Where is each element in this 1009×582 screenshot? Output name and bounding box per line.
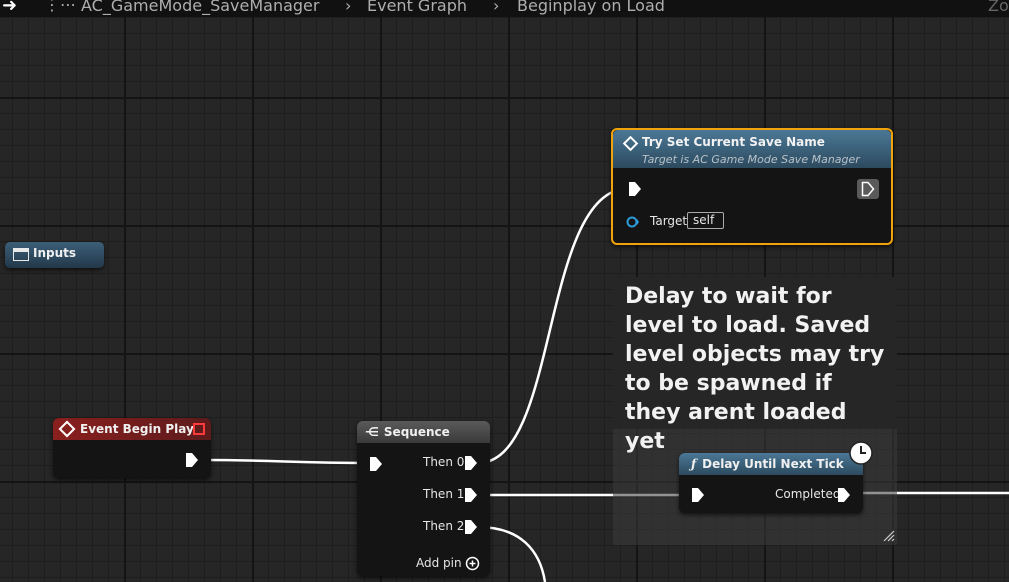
then1-label: Then 1 <box>423 487 465 501</box>
event-begin-play-title: Event Begin Play <box>80 422 194 436</box>
sequence-header: ⋲ Sequence <box>357 421 490 443</box>
try-set-subtitle: Target is AC Game Mode Save Manager <box>642 153 860 166</box>
breadcrumb-graph[interactable]: Event Graph <box>367 0 467 15</box>
sequence-node[interactable]: ⋲ Sequence Then 0 Then 1 Then 2 Add pin <box>357 421 490 576</box>
resize-handle-icon[interactable] <box>883 530 895 542</box>
completed-pin[interactable] <box>837 487 851 503</box>
latent-clock-icon <box>849 441 873 465</box>
exec-in-pin[interactable] <box>628 181 642 197</box>
sequence-icon: ⋲ <box>365 425 379 439</box>
add-pin-icon[interactable] <box>465 556 480 571</box>
then0-label: Then 0 <box>423 455 465 469</box>
event-begin-play-header: Event Begin Play <box>53 418 211 440</box>
breadcrumb-section[interactable]: Beginplay on Load <box>517 0 665 15</box>
exec-in-pin[interactable] <box>691 487 705 503</box>
exec-out-pin-box[interactable] <box>857 179 879 199</box>
blueprint-graph-icon: ⋮⋯ <box>44 0 76 14</box>
exec-out-pin[interactable] <box>861 181 875 197</box>
then2-label: Then 2 <box>423 519 465 533</box>
exec-in-pin[interactable] <box>369 456 383 472</box>
wire-then0-to-tryset <box>477 186 631 465</box>
comment-title-bar: Delay to wait for level to load. Saved l… <box>613 277 897 454</box>
try-set-title: Try Set Current Save Name <box>642 135 825 149</box>
delay-header: ƒ Delay Until Next Tick <box>679 453 863 475</box>
then2-pin[interactable] <box>464 519 478 535</box>
comment-text[interactable]: Delay to wait for level to load. Saved l… <box>625 282 887 456</box>
function-f-icon: ƒ <box>691 457 697 471</box>
try-set-current-save-name-node[interactable]: Try Set Current Save Name Target is AC G… <box>611 128 893 245</box>
window-icon <box>13 248 29 261</box>
event-begin-play-node[interactable]: Event Begin Play <box>53 418 211 478</box>
wire-beginplay-to-sequence <box>200 458 371 465</box>
inputs-title: Inputs <box>33 246 77 260</box>
sequence-title: Sequence <box>383 425 450 439</box>
delay-until-next-tick-node[interactable]: ƒ Delay Until Next Tick Completed <box>679 441 873 513</box>
delegate-pin-icon[interactable] <box>193 423 205 435</box>
event-diamond-icon <box>58 420 76 438</box>
function-diamond-icon <box>622 135 639 152</box>
then1-pin[interactable] <box>464 487 478 503</box>
add-pin-label[interactable]: Add pin <box>416 556 462 570</box>
zoom-label: Zo <box>988 0 1009 15</box>
back-arrow-icon[interactable]: ➜ <box>2 0 17 16</box>
breadcrumb-blueprint[interactable]: AC_GameMode_SaveManager <box>81 0 319 15</box>
breadcrumb: ➜ ⋮⋯ AC_GameMode_SaveManager › Event Gra… <box>0 0 1009 17</box>
chevron-right-icon: › <box>345 0 352 15</box>
chevron-right-icon: › <box>493 0 500 15</box>
completed-label: Completed <box>775 487 841 501</box>
try-set-header: Try Set Current Save Name Target is AC G… <box>613 130 891 168</box>
target-value-field[interactable]: self <box>687 212 724 229</box>
target-label: Target <box>650 214 688 228</box>
delay-title: Delay Until Next Tick <box>702 457 844 471</box>
then0-pin[interactable] <box>464 455 478 471</box>
object-pin-icon[interactable] <box>626 216 640 228</box>
inputs-node[interactable]: Inputs <box>5 242 104 268</box>
exec-out-pin[interactable] <box>185 452 199 468</box>
